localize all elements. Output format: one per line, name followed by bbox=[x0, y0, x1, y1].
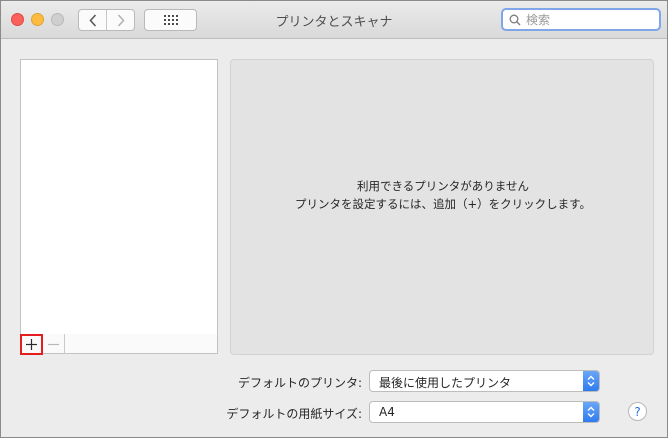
printers-scanners-window: プリンタとスキャナ 利用できるプリンタがありません プリンタを設定するには、追加… bbox=[0, 0, 668, 438]
up-down-chevron-icon bbox=[583, 402, 599, 422]
printer-detail-panel: 利用できるプリンタがありません プリンタを設定するには、追加（+）をクリックしま… bbox=[230, 59, 654, 355]
default-printer-value: 最後に使用したプリンタ bbox=[379, 376, 512, 390]
title-bar: プリンタとスキャナ bbox=[1, 1, 667, 39]
help-button[interactable]: ? bbox=[628, 402, 647, 421]
search-icon bbox=[509, 14, 521, 25]
printer-list[interactable] bbox=[20, 59, 218, 335]
add-printer-instructions: プリンタを設定するには、追加（+）をクリックします。 bbox=[295, 197, 591, 211]
up-down-chevron-icon bbox=[583, 371, 599, 391]
default-printer-label: デフォルトのプリンタ: bbox=[237, 376, 362, 390]
minus-icon bbox=[48, 343, 59, 345]
search-field[interactable] bbox=[501, 8, 661, 31]
plus-icon bbox=[26, 339, 37, 350]
default-printer-popup[interactable]: 最後に使用したプリンタ bbox=[369, 370, 600, 392]
default-paper-label: デフォルトの用紙サイズ: bbox=[226, 407, 362, 421]
default-paper-value: A4 bbox=[379, 405, 395, 419]
search-input[interactable] bbox=[526, 12, 646, 27]
remove-printer-button[interactable] bbox=[43, 334, 65, 354]
default-paper-popup[interactable]: A4 bbox=[369, 401, 600, 423]
no-printers-message: 利用できるプリンタがありません bbox=[357, 179, 529, 193]
add-printer-button[interactable] bbox=[20, 334, 43, 355]
